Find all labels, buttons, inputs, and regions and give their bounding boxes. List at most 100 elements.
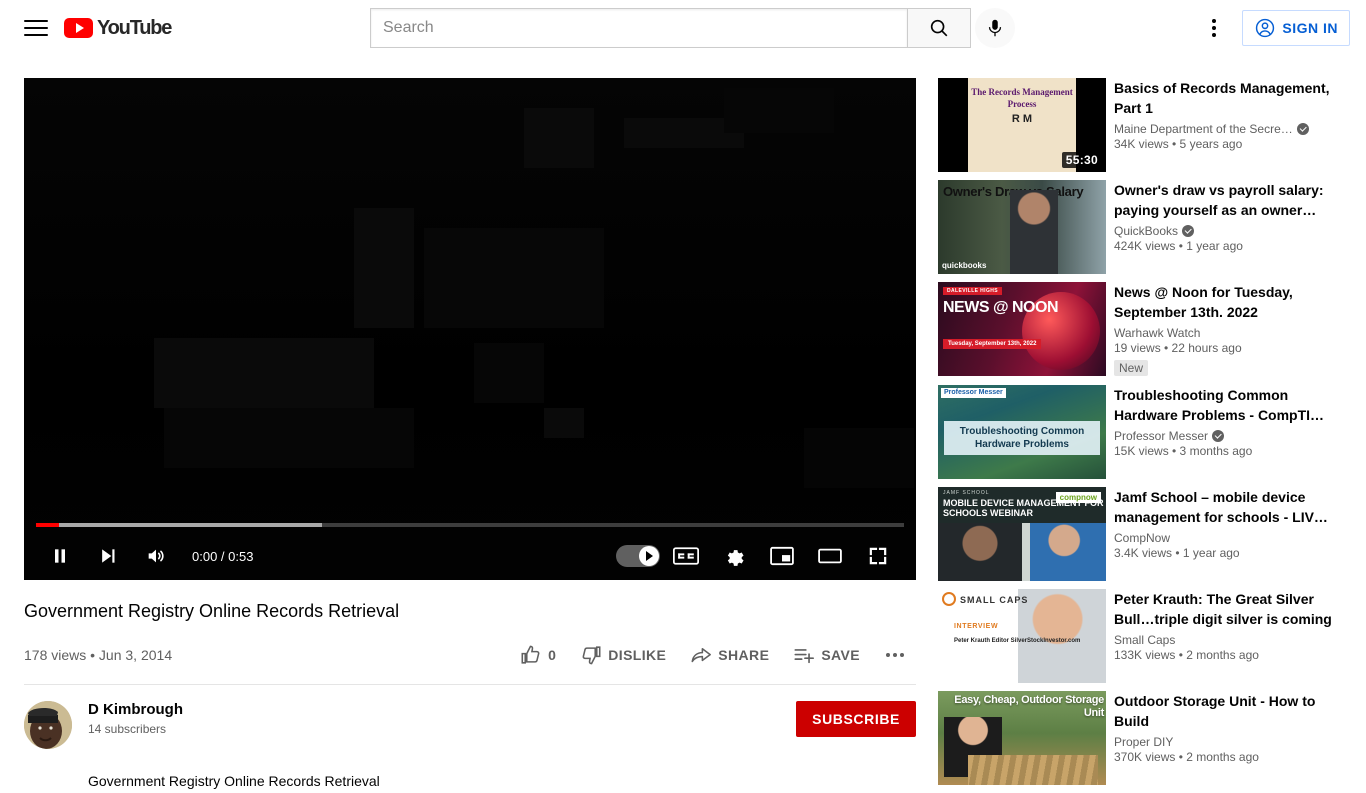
- related-channel-name: Professor Messer: [1114, 429, 1209, 443]
- related-video-title: Troubleshooting Common Hardware Problems…: [1114, 387, 1325, 423]
- video-title: Government Registry Online Records Retri…: [24, 601, 400, 621]
- progress-bar[interactable]: [36, 523, 904, 527]
- related-thumbnail[interactable]: Professor Messer Troubleshooting Common …: [938, 385, 1106, 479]
- share-label: SHARE: [718, 647, 770, 663]
- video-meta-row: 178 views • Jun 3, 2014 0 DISLIKE SHARE …: [24, 636, 916, 685]
- guide-menu-icon[interactable]: [24, 16, 48, 40]
- thumbnail-person: [1010, 190, 1058, 274]
- related-video-info: Basics of Records Management, Part 1 Mai…: [1114, 78, 1350, 172]
- settings-kebab-icon[interactable]: [1194, 8, 1234, 48]
- captions-button[interactable]: [662, 536, 710, 576]
- save-button[interactable]: SAVE: [783, 636, 870, 674]
- search-input[interactable]: [383, 19, 907, 37]
- thumbnail-subtext: Tuesday, September 13th, 2022: [943, 339, 1042, 349]
- video-surface[interactable]: [24, 78, 916, 580]
- channel-info: D Kimbrough 14 subscribers: [88, 701, 796, 736]
- gear-icon: [727, 550, 744, 566]
- account-circle-icon: [1256, 18, 1275, 38]
- related-thumbnail[interactable]: Owner's Draw vs Salary quickbooks: [938, 180, 1106, 274]
- related-channel-row: Small Caps: [1114, 633, 1350, 647]
- thumbs-down-icon: [582, 646, 601, 665]
- thumbnail-person-right: [1030, 523, 1106, 581]
- related-video-item[interactable]: Professor Messer Troubleshooting Common …: [938, 385, 1350, 479]
- thumbnail-person: [1018, 589, 1106, 683]
- related-channel-row: Maine Department of the Secre…: [1114, 122, 1350, 136]
- voice-search-button[interactable]: [975, 8, 1015, 48]
- channel-name[interactable]: D Kimbrough: [88, 701, 796, 718]
- related-channel-name: CompNow: [1114, 531, 1171, 545]
- related-channel-name: Small Caps: [1114, 633, 1176, 647]
- thumbnail-subtext: compnow: [1055, 492, 1101, 503]
- theater-icon: [818, 548, 842, 564]
- next-video-button[interactable]: [84, 536, 132, 576]
- subscribe-button[interactable]: SUBSCRIBE: [796, 701, 916, 737]
- related-video-item[interactable]: Owner's Draw vs Salary quickbooks Owner'…: [938, 180, 1350, 274]
- miniplayer-button[interactable]: [758, 536, 806, 576]
- next-icon: [102, 549, 115, 563]
- thumbnail-person-left: [938, 523, 1022, 581]
- thumbnail-text: NEWS @ NOON: [943, 299, 1059, 316]
- thumbnail-text: The Records Management Process: [971, 87, 1073, 109]
- masthead: YouTube SIGN IN: [0, 0, 1366, 56]
- player-controls-left: 0:00 / 0:53: [36, 536, 253, 576]
- video-duration: 55:30: [1061, 152, 1102, 168]
- thumbnail-mark: quickbooks: [942, 261, 987, 270]
- dislike-label: DISLIKE: [608, 647, 667, 663]
- page-body: 0:00 / 0:53 Government Registry Online R…: [0, 56, 1366, 789]
- miniplayer-icon: [770, 546, 794, 566]
- thumbnail-art-silver: SMALL CAPS INTERVIEW Peter Krauth Editor…: [938, 589, 1106, 683]
- more-actions-button[interactable]: [874, 645, 916, 665]
- channel-avatar[interactable]: [24, 701, 72, 749]
- theater-mode-button[interactable]: [806, 536, 854, 576]
- related-video-item[interactable]: SMALL CAPS INTERVIEW Peter Krauth Editor…: [938, 589, 1350, 683]
- related-video-stats: 133K views • 2 months ago: [1114, 648, 1259, 662]
- player-controls-right: [614, 536, 902, 576]
- related-video-item[interactable]: Easy, Cheap, Outdoor Storage Unit Outdoo…: [938, 691, 1350, 785]
- like-button[interactable]: 0: [510, 636, 566, 674]
- fullscreen-icon: [869, 547, 887, 565]
- youtube-logo[interactable]: YouTube: [64, 17, 172, 40]
- related-thumbnail[interactable]: DALEVILLE HIGHS NEWS @ NOON Tuesday, Sep…: [938, 282, 1106, 376]
- share-button[interactable]: SHARE: [680, 636, 779, 674]
- search-button[interactable]: [907, 8, 971, 48]
- new-badge: New: [1114, 360, 1149, 376]
- player-settings-button[interactable]: [710, 536, 758, 576]
- related-channel-name: Maine Department of the Secre…: [1114, 122, 1293, 136]
- closed-captions-icon: [673, 547, 699, 565]
- thumbs-up-icon: [521, 645, 540, 664]
- dislike-button[interactable]: DISLIKE: [570, 636, 676, 674]
- related-thumbnail[interactable]: Easy, Cheap, Outdoor Storage Unit: [938, 691, 1106, 785]
- related-thumbnail[interactable]: The Records Management Process R M 55:30: [938, 78, 1106, 172]
- related-video-title: Outdoor Storage Unit - How to Build: [1114, 693, 1316, 729]
- video-action-buttons: 0 DISLIKE SHARE SAVE: [510, 636, 916, 674]
- thumbnail-text: Troubleshooting Common Hardware Problems: [944, 421, 1100, 455]
- search-box[interactable]: [370, 8, 907, 48]
- related-video-info: News @ Noon for Tuesday, September 13th.…: [1114, 282, 1350, 377]
- view-count-and-date: 178 views • Jun 3, 2014: [24, 647, 173, 663]
- subscriber-count: 14 subscribers: [88, 722, 167, 736]
- progress-played: [36, 523, 59, 527]
- sign-in-button[interactable]: SIGN IN: [1242, 10, 1350, 46]
- related-video-item[interactable]: The Records Management Process R M 55:30…: [938, 78, 1350, 172]
- related-thumbnail[interactable]: JAMF SCHOOL MOBILE DEVICE MANAGEMENT FOR…: [938, 487, 1106, 581]
- pause-button[interactable]: [36, 536, 84, 576]
- pause-icon: [55, 549, 65, 563]
- related-videos-list: The Records Management Process R M 55:30…: [938, 78, 1350, 793]
- video-player[interactable]: 0:00 / 0:53: [24, 78, 916, 580]
- thumbnail-mark: Professor Messer: [941, 388, 1006, 398]
- thumbnail-art-jamf: JAMF SCHOOL MOBILE DEVICE MANAGEMENT FOR…: [938, 487, 1106, 581]
- avatar-image: [24, 701, 72, 749]
- related-video-info: Troubleshooting Common Hardware Problems…: [1114, 385, 1350, 479]
- fullscreen-button[interactable]: [854, 536, 902, 576]
- related-video-title: Peter Krauth: The Great Silver Bull…trip…: [1114, 591, 1332, 627]
- related-video-title: Jamf School – mobile device management f…: [1114, 489, 1328, 525]
- autoplay-toggle[interactable]: [614, 536, 662, 576]
- save-label: SAVE: [821, 647, 860, 663]
- related-video-item[interactable]: JAMF SCHOOL MOBILE DEVICE MANAGEMENT FOR…: [938, 487, 1350, 581]
- related-video-item[interactable]: DALEVILLE HIGHS NEWS @ NOON Tuesday, Sep…: [938, 282, 1350, 377]
- related-thumbnail[interactable]: SMALL CAPS INTERVIEW Peter Krauth Editor…: [938, 589, 1106, 683]
- search-icon: [930, 19, 948, 37]
- verified-badge-icon: [1296, 123, 1309, 135]
- related-channel-row: Proper DIY: [1114, 735, 1350, 749]
- volume-button[interactable]: [132, 536, 180, 576]
